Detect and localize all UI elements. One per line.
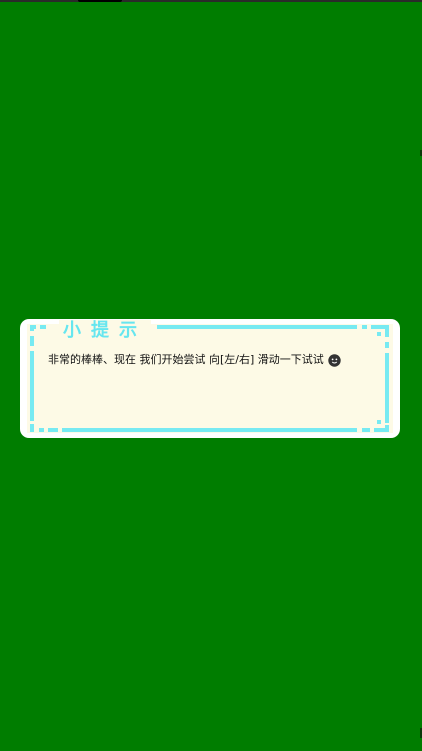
status-bar [0,0,422,2]
tip-dialog: 小提示 非常的棒棒、现在 我们开始尝试 向[左/右] 滑动一下试试 [20,319,400,438]
dialog-message-row: 非常的棒棒、现在 我们开始尝试 向[左/右] 滑动一下试试 [48,351,378,369]
camera-notch [78,0,122,2]
tip-dialog-body: 小提示 非常的棒棒、现在 我们开始尝试 向[左/右] 滑动一下试试 [27,320,393,433]
smiling-emoji-icon [328,353,341,367]
dialog-message: 非常的棒棒、现在 我们开始尝试 向[左/右] 滑动一下试试 [48,353,324,366]
dialog-title: 小提示 [59,320,151,342]
